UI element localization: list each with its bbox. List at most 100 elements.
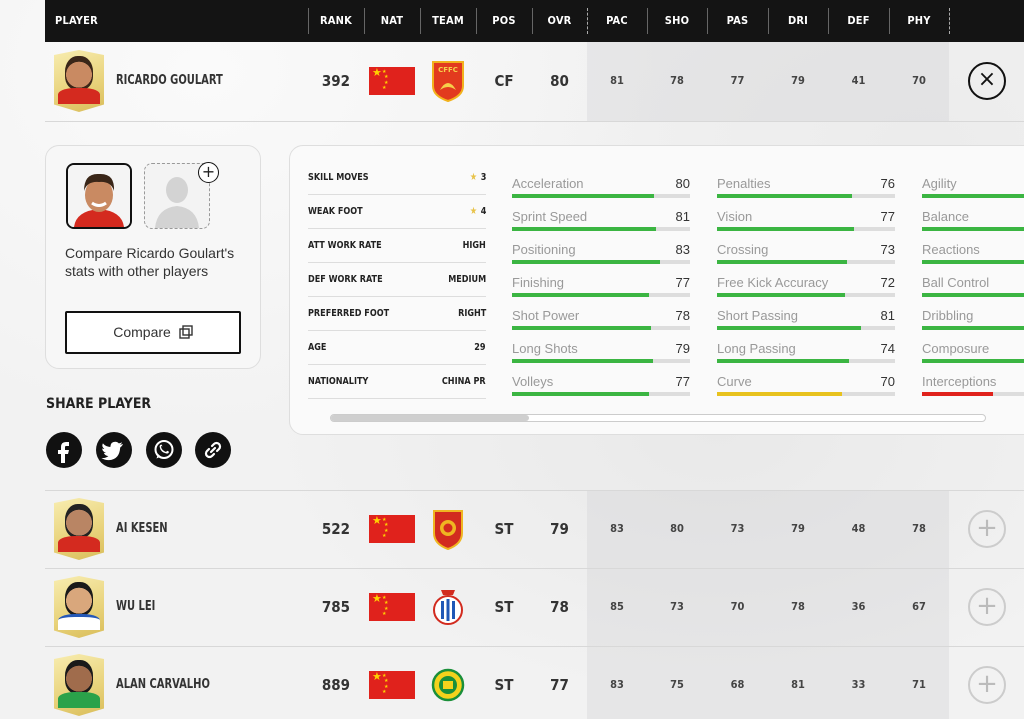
table-row[interactable]: ALAN CARVALHO 889 ★ ★ ★ ★ ★ ST 77 83 75 68 8… [45, 646, 1024, 719]
whatsapp-glyph [154, 440, 174, 459]
player-name[interactable]: ALAN CARVALHO [116, 646, 210, 719]
stat-pac: 81 [610, 74, 624, 87]
crest-shape [431, 668, 465, 702]
flag-star-icon: ★ [372, 67, 382, 79]
add-compare-button[interactable]: + [968, 588, 1006, 626]
attribute-bar-fill [512, 260, 660, 264]
header-dri[interactable]: DRI [768, 0, 828, 42]
attribute-value: 77 [675, 374, 690, 389]
player-rank: 392 [321, 72, 351, 90]
header-team[interactable]: TEAM [420, 0, 476, 42]
attribute-value: 77 [675, 275, 690, 290]
table-row[interactable]: WU LEI 785 ★ ★ ★ ★ ★ ST 78 85 73 70 78 36 67… [45, 568, 1024, 646]
header-player[interactable]: PLAYER [55, 0, 98, 42]
attribute-row: Balance [922, 199, 1024, 232]
player-portrait [65, 660, 93, 694]
player-name[interactable]: AI KESEN [116, 490, 168, 568]
header-ovr[interactable]: OVR [532, 0, 587, 42]
guangzhou-crest-icon [431, 508, 465, 551]
china-flag-icon: ★ ★ ★ ★ ★ [369, 515, 415, 543]
attribute-bar-track [717, 359, 895, 363]
table-row[interactable]: AI KESEN 522 ★ ★ ★ ★ ★ ST 79 83 80 73 79 48 … [45, 490, 1024, 568]
stat-sho: 75 [670, 678, 684, 691]
player-position: ST [494, 676, 514, 694]
china-flag-icon: ★ ★ ★ ★ ★ [369, 67, 415, 95]
share-title: SHARE PLAYER [46, 396, 152, 412]
attribute-name: Composure [922, 341, 990, 356]
player-rank: 889 [321, 676, 351, 694]
player-name[interactable]: WU LEI [116, 568, 155, 646]
attribute-row: Agility [922, 166, 1024, 199]
info-value-text: 4 [480, 206, 486, 217]
attribute-name: Balance [922, 209, 969, 224]
attribute-name: Short Passing [717, 308, 798, 323]
attribute-bar-fill [512, 392, 649, 396]
attribute-row: Interceptions [922, 364, 1024, 397]
attribute-bar-track [922, 359, 1024, 363]
twitter-icon[interactable] [96, 432, 132, 468]
attribute-bar-fill [717, 194, 852, 198]
add-compare-button[interactable]: + [968, 666, 1006, 704]
attribute-row: Long Shots 79 [512, 331, 690, 364]
attribute-row: Vision 77 [717, 199, 895, 232]
info-value-text: HIGH [462, 240, 486, 251]
attribute-name: Positioning [512, 242, 576, 257]
close-button[interactable]: × [968, 62, 1006, 100]
attribute-name: Sprint Speed [512, 209, 588, 224]
info-label: DEF WORK RATE [308, 274, 383, 285]
attribute-bar-track [717, 227, 895, 231]
attribute-value: 73 [880, 242, 895, 257]
attribute-bar-track [717, 293, 895, 297]
header-def[interactable]: DEF [828, 0, 889, 42]
horizontal-scrollbar[interactable] [330, 414, 986, 422]
scrollbar-thumb[interactable] [331, 415, 529, 421]
attribute-bar-fill [512, 326, 651, 330]
attribute-bar-track [717, 326, 895, 330]
attribute-bar-track [717, 392, 895, 396]
stat-phy: 78 [912, 522, 926, 535]
crest-shape [433, 590, 463, 625]
attribute-bar-fill [922, 326, 1024, 330]
link-icon[interactable] [195, 432, 231, 468]
attribute-name: Reactions [922, 242, 980, 257]
stat-def: 36 [851, 600, 866, 613]
attribute-value: 76 [880, 176, 895, 191]
attribute-row: Composure [922, 331, 1024, 364]
add-compare-button[interactable]: + [198, 162, 219, 183]
stat-dri: 81 [791, 678, 805, 691]
player-shirt [58, 614, 100, 630]
stat-sho: 80 [670, 522, 684, 535]
attribute-row: Crossing 73 [717, 232, 895, 265]
attribute-bar-fill [717, 260, 847, 264]
header-sho[interactable]: SHO [647, 0, 707, 42]
header-rank[interactable]: RANK [308, 0, 364, 42]
whatsapp-icon[interactable] [146, 432, 182, 468]
facebook-icon[interactable] [46, 432, 82, 468]
header-pas[interactable]: PAS [707, 0, 768, 42]
attribute-value: 70 [880, 374, 895, 389]
attribute-name: Penalties [717, 176, 771, 191]
info-value: RIGHT [458, 297, 486, 331]
hebei-crest-icon: CFFC [432, 61, 464, 103]
table-row[interactable]: RICARDO GOULART 392 ★ ★ ★ ★ ★ CFFC CF 80 81 … [45, 42, 1024, 120]
compare-button[interactable]: Compare [65, 311, 241, 354]
attribute-bar-fill [922, 392, 993, 396]
header-phy[interactable]: PHY [889, 0, 949, 42]
add-compare-button[interactable]: + [968, 510, 1006, 548]
attribute-bar-fill [512, 359, 653, 363]
attribute-bar-track [512, 359, 690, 363]
header-nat[interactable]: NAT [364, 0, 420, 42]
attribute-name: Long Shots [512, 341, 578, 356]
attribute-bar-fill [717, 392, 842, 396]
player-rank: 785 [321, 598, 351, 616]
header-pos[interactable]: POS [476, 0, 532, 42]
info-value: 29 [475, 331, 486, 365]
attribute-row: Penalties 76 [717, 166, 895, 199]
player-name[interactable]: RICARDO GOULART [116, 42, 223, 120]
attribute-row: Volleys 77 [512, 364, 690, 397]
attribute-value: 79 [675, 341, 690, 356]
header-pac[interactable]: PAC [587, 0, 647, 42]
stat-def: 33 [851, 678, 866, 691]
player-overall: 77 [550, 676, 569, 694]
china-flag-icon: ★ ★ ★ ★ ★ [369, 671, 415, 699]
